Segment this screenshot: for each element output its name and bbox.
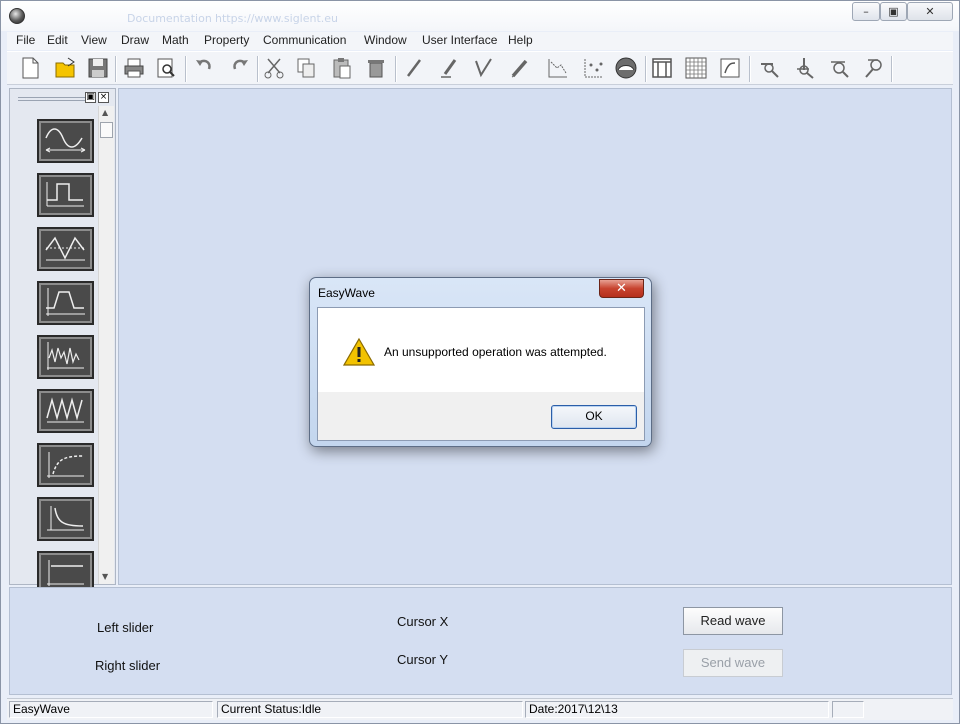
dialog-body: An unsupported operation was attempted. … — [317, 307, 645, 441]
warning-icon — [343, 337, 375, 366]
cursor-x-label: Cursor X — [397, 614, 449, 629]
menu-math[interactable]: Math — [162, 33, 189, 47]
dialog-close-button[interactable]: ✕ — [599, 279, 644, 298]
delete-icon[interactable] — [363, 55, 389, 81]
freehand-draw-icon[interactable] — [507, 55, 533, 81]
toolbar-separator — [257, 56, 259, 82]
pulse-wave-icon[interactable] — [37, 281, 94, 325]
toolbar-separator — [395, 56, 397, 82]
pen-draw-icon[interactable] — [437, 55, 463, 81]
panel-scrollbar[interactable]: ▲ ▼ — [98, 106, 114, 584]
right-slider-label: Right slider — [95, 658, 161, 673]
error-dialog: EasyWave ✕ An unsupported operation was … — [309, 277, 652, 447]
menu-edit[interactable]: Edit — [47, 33, 68, 47]
scroll-down-icon[interactable]: ▼ — [102, 572, 108, 581]
status-current: Current Status:Idle — [217, 701, 523, 718]
dialog-title: EasyWave — [318, 286, 375, 300]
menu-property[interactable]: Property — [204, 33, 249, 47]
menu-user-interface[interactable]: User Interface — [422, 33, 497, 47]
menu-window[interactable]: Window — [364, 33, 407, 47]
exp-fall-icon[interactable] — [37, 497, 94, 541]
panel-close-button[interactable]: × — [98, 92, 109, 103]
status-bar: EasyWave Current Status:Idle Date:2017\1… — [7, 698, 953, 720]
status-empty-cell — [832, 701, 864, 718]
menu-bar: File Edit View Draw Math Property Commun… — [7, 32, 953, 50]
faint-title-url: https://www.siglent.eu — [215, 12, 339, 25]
faint-title-text: Documentation — [127, 12, 212, 25]
point-scatter-icon[interactable] — [581, 55, 607, 81]
redo-icon[interactable] — [227, 55, 253, 81]
paste-icon[interactable] — [329, 55, 355, 81]
zoom-fit-icon[interactable] — [717, 55, 743, 81]
left-slider-label: Left slider — [97, 620, 154, 635]
bottom-panel: Left slider Right slider Cursor X Cursor… — [9, 587, 952, 695]
copy-icon[interactable] — [293, 55, 319, 81]
app-logo-icon — [9, 8, 25, 24]
cursor-y-label: Cursor Y — [397, 652, 449, 667]
toolbar-separator — [749, 56, 751, 82]
toolbar — [7, 51, 953, 85]
zoom-horizontal-icon[interactable] — [757, 55, 783, 81]
menu-communication[interactable]: Communication — [263, 33, 346, 47]
print-icon[interactable] — [121, 55, 147, 81]
send-wave-button[interactable]: Send wave — [683, 649, 783, 677]
panel-grip[interactable] — [18, 97, 88, 101]
save-icon[interactable] — [85, 55, 111, 81]
zoom-vertical-icon[interactable] — [793, 55, 819, 81]
dialog-message: An unsupported operation was attempted. — [384, 345, 607, 359]
sine-wave-icon[interactable] — [37, 119, 94, 163]
column-icon[interactable] — [649, 55, 675, 81]
close-button[interactable]: ✕ — [907, 2, 953, 21]
menu-view[interactable]: View — [81, 33, 107, 47]
scroll-thumb[interactable] — [100, 122, 113, 138]
new-file-icon[interactable] — [17, 55, 43, 81]
print-preview-icon[interactable] — [153, 55, 179, 81]
square-wave-icon[interactable] — [37, 173, 94, 217]
point-draw-icon[interactable] — [471, 55, 497, 81]
undo-icon[interactable] — [191, 55, 217, 81]
waveform-panel: ▣ × ▲ ▼ — [9, 88, 116, 595]
zoom-out-icon[interactable] — [861, 55, 887, 81]
menu-file[interactable]: File — [16, 33, 35, 47]
toolbar-separator — [645, 56, 647, 82]
exp-rise-icon[interactable] — [37, 443, 94, 487]
point-edit-icon[interactable] — [545, 55, 571, 81]
panel-restore-button[interactable]: ▣ — [85, 92, 96, 103]
status-app-name: EasyWave — [9, 701, 213, 718]
status-date: Date:2017\12\13 — [525, 701, 829, 718]
triangle-wave-icon[interactable] — [37, 227, 94, 271]
scroll-up-icon[interactable]: ▲ — [102, 108, 108, 117]
sawtooth-wave-icon[interactable] — [37, 389, 94, 433]
read-wave-button[interactable]: Read wave — [683, 607, 783, 635]
line-draw-icon[interactable] — [401, 55, 427, 81]
minimize-button[interactable]: – — [852, 2, 880, 21]
ok-button[interactable]: OK — [551, 405, 637, 429]
toolbar-separator — [185, 56, 187, 82]
toolbar-separator — [115, 56, 117, 82]
menu-help[interactable]: Help — [508, 33, 533, 47]
toolbar-separator — [891, 56, 893, 82]
title-bar: Documentation https://www.siglent.eu – ▣… — [1, 1, 959, 31]
open-folder-icon[interactable] — [53, 55, 79, 81]
cut-icon[interactable] — [261, 55, 287, 81]
fill-icon[interactable] — [613, 55, 639, 81]
zoom-in-icon[interactable] — [827, 55, 853, 81]
menu-draw[interactable]: Draw — [121, 33, 149, 47]
noise-wave-icon[interactable] — [37, 335, 94, 379]
restore-button[interactable]: ▣ — [880, 2, 907, 21]
grid-icon[interactable] — [683, 55, 709, 81]
